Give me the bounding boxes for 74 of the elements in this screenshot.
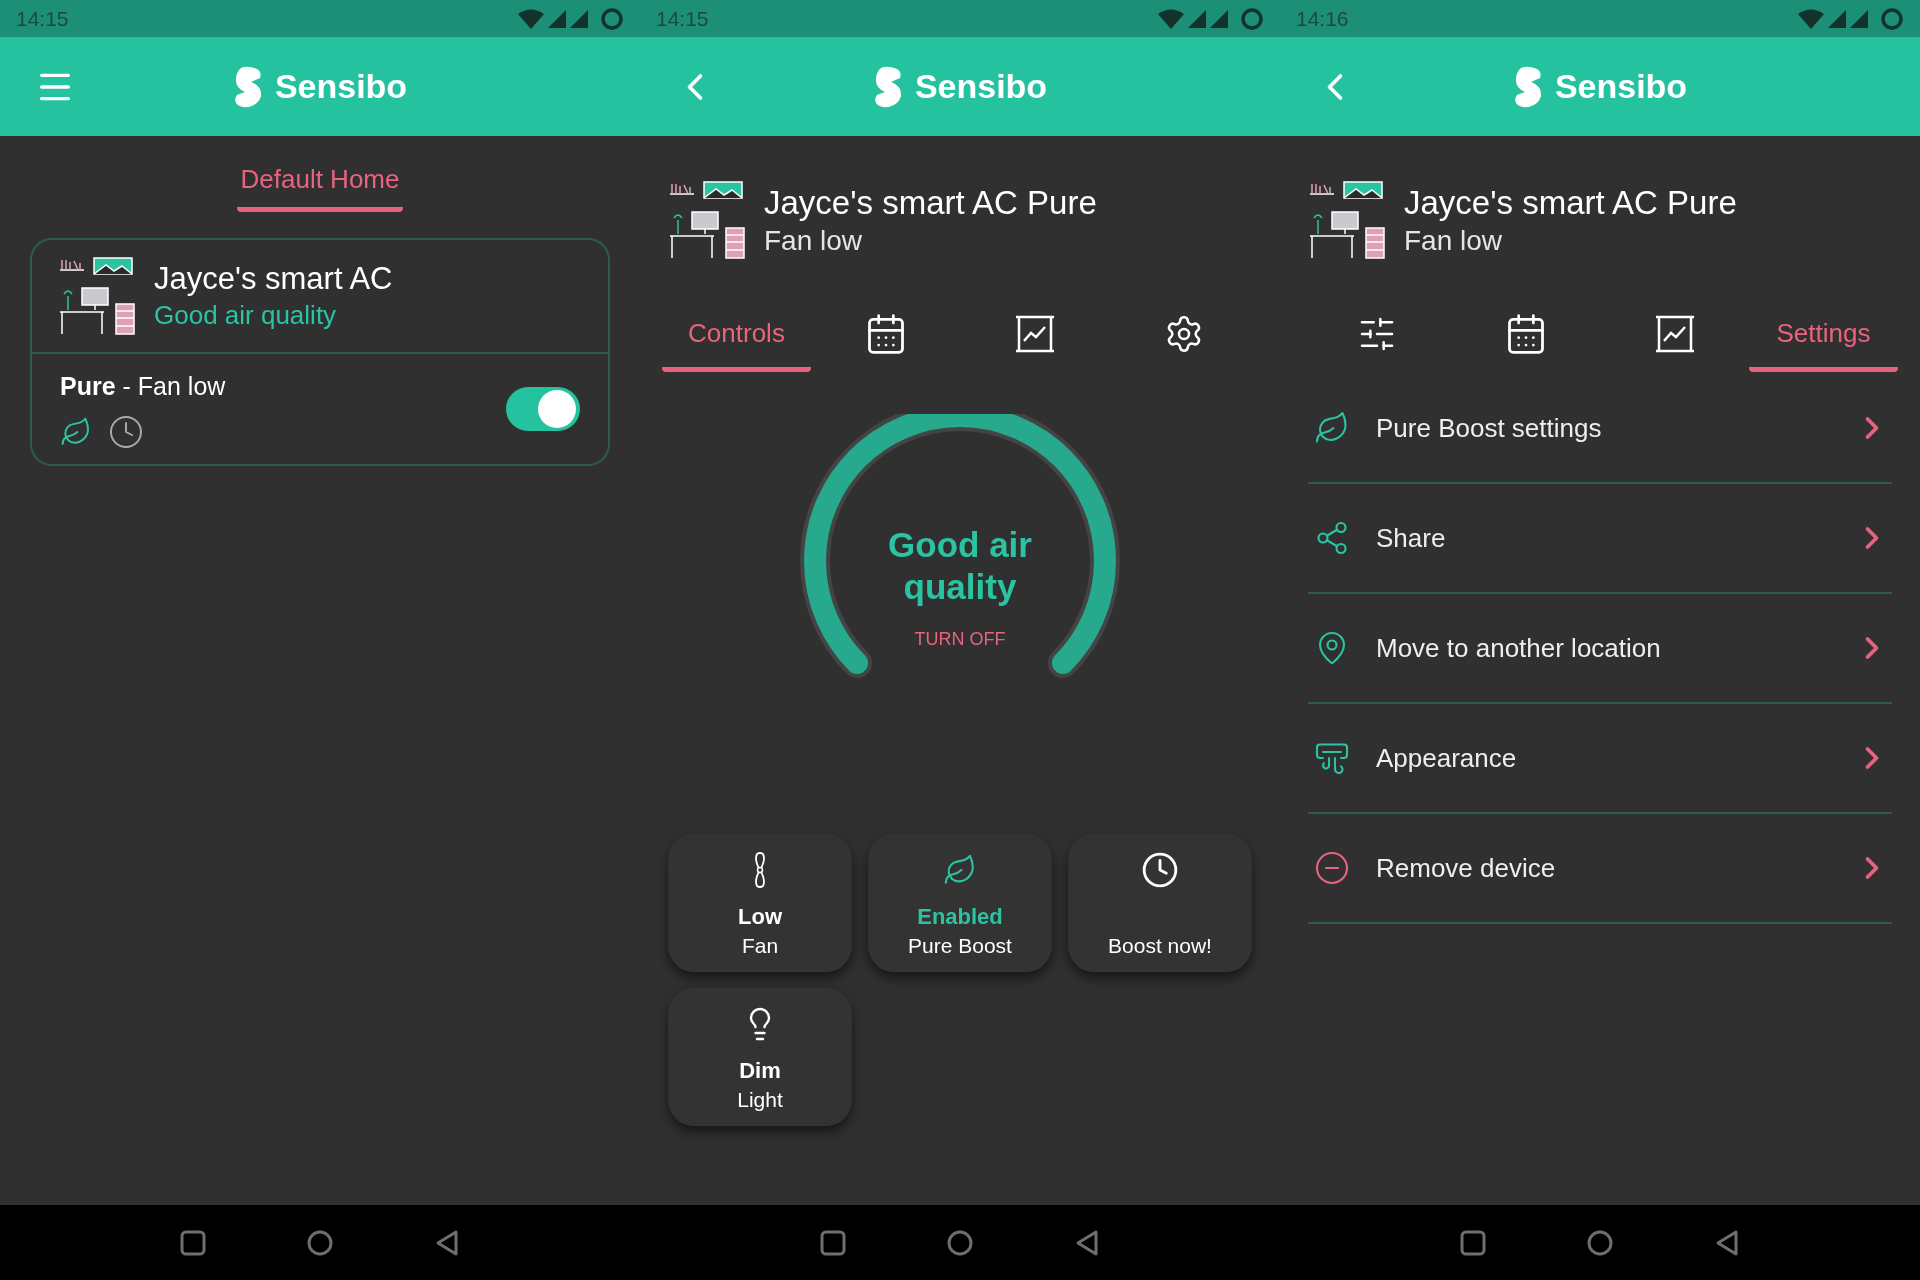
app-title: Sensibo xyxy=(1554,66,1688,107)
control-tile[interactable]: Enabled Pure Boost xyxy=(868,834,1052,972)
recents-icon[interactable] xyxy=(180,1229,206,1256)
clock-icon xyxy=(1141,851,1179,889)
power-toggle[interactable] xyxy=(506,386,580,431)
recents-icon[interactable] xyxy=(1460,1229,1486,1256)
settings-row[interactable]: Pure Boost settings xyxy=(1308,374,1892,484)
home-icon[interactable] xyxy=(1586,1228,1614,1257)
tab[interactable]: Settings xyxy=(1749,300,1898,372)
fan-icon xyxy=(752,852,768,888)
signal-icon xyxy=(570,9,588,28)
chart-icon xyxy=(1013,314,1056,353)
signal-icon xyxy=(1210,9,1228,28)
logo-icon xyxy=(1512,65,1543,108)
settings-row[interactable]: Share xyxy=(1308,484,1892,594)
ring-icon xyxy=(1880,6,1904,31)
device-card[interactable]: Jayce's smart AC Good air quality Pure - Fan low xyxy=(30,238,610,466)
home-icon[interactable] xyxy=(946,1228,974,1257)
device-status: Fan low xyxy=(1404,224,1504,259)
tile-label: Light xyxy=(737,1087,783,1113)
back-icon[interactable] xyxy=(434,1228,460,1257)
control-tile[interactable]: Low Fan xyxy=(668,834,852,972)
remove-icon xyxy=(1314,850,1350,886)
wifi-icon xyxy=(518,8,544,29)
tab[interactable]: Controls xyxy=(662,300,811,372)
signal-icon xyxy=(1850,9,1868,28)
signal-icon xyxy=(1828,9,1846,28)
settings-label: Appearance xyxy=(1376,741,1518,775)
recents-icon[interactable] xyxy=(820,1229,846,1256)
status-time: 14:15 xyxy=(656,5,709,32)
signal-icon xyxy=(548,9,566,28)
logo-icon xyxy=(232,65,263,108)
settings-label: Remove device xyxy=(1376,851,1557,885)
device-status: Good air quality xyxy=(154,299,338,332)
wifi-icon xyxy=(1158,8,1184,29)
control-tile[interactable]: Boost now! xyxy=(1068,834,1252,972)
clock-icon xyxy=(108,413,144,450)
settings-row[interactable]: Move to another location xyxy=(1308,594,1892,704)
settings-label: Pure Boost settings xyxy=(1376,411,1603,445)
logo-icon xyxy=(872,65,903,108)
status-time: 14:15 xyxy=(16,5,69,32)
signal-icon xyxy=(1188,9,1206,28)
tile-label: Pure Boost xyxy=(908,933,1012,959)
leaf-icon xyxy=(943,853,977,887)
turn-off-button[interactable]: TURN OFF xyxy=(914,626,1006,653)
device-name: Jayce's smart AC xyxy=(154,260,393,299)
leaf-icon xyxy=(60,415,92,448)
mode-text: Pure - Fan low xyxy=(60,371,226,402)
app-title: Sensibo xyxy=(914,66,1048,107)
home-icon[interactable] xyxy=(306,1228,334,1257)
tile-value: Enabled xyxy=(917,903,1003,930)
device-name: Jayce's smart AC Pure xyxy=(1404,182,1737,223)
tile-label: Boost now! xyxy=(1108,933,1212,959)
status-time: 14:16 xyxy=(1296,5,1349,32)
app-title: Sensibo xyxy=(274,66,408,107)
tile-value: Low xyxy=(738,903,782,930)
home-tab[interactable]: Default Home xyxy=(236,160,404,212)
back-icon[interactable] xyxy=(1074,1228,1100,1257)
device-status: Fan low xyxy=(764,224,864,259)
settings-row[interactable]: Appearance xyxy=(1308,704,1892,814)
ring-icon xyxy=(1240,6,1264,31)
device-name: Jayce's smart AC Pure xyxy=(764,182,1097,223)
wifi-icon xyxy=(1798,8,1824,29)
control-tile[interactable]: Dim Light xyxy=(668,988,852,1126)
settings-label: Move to another location xyxy=(1376,631,1662,665)
air-conditioner-icon xyxy=(1314,740,1350,776)
gauge-title: Good air quality xyxy=(887,524,1033,608)
back-icon[interactable] xyxy=(1714,1228,1740,1257)
settings-label: Share xyxy=(1376,521,1447,555)
ring-icon xyxy=(600,6,624,31)
chart-icon xyxy=(1653,314,1696,353)
settings-row[interactable]: Remove device xyxy=(1308,814,1892,924)
tile-value: Dim xyxy=(739,1057,781,1084)
tile-label: Fan xyxy=(741,933,779,959)
